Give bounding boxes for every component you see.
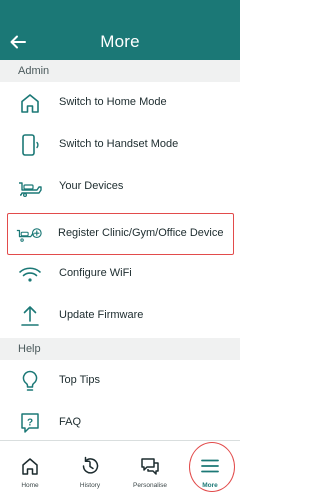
nav-item-home[interactable]: Home bbox=[0, 441, 60, 500]
home-icon bbox=[21, 94, 39, 113]
menu-item-label: Update Firmware bbox=[59, 309, 144, 321]
svg-text:?: ? bbox=[27, 418, 33, 429]
menu-item-label: Top Tips bbox=[59, 374, 100, 386]
menu-item-faq[interactable]: ? FAQ bbox=[0, 402, 240, 444]
device-icon bbox=[19, 182, 42, 198]
device-add-icon bbox=[16, 228, 42, 242]
lightbulb-icon bbox=[22, 370, 38, 391]
faq-icon: ? bbox=[21, 413, 39, 433]
menu-item-configure-wifi[interactable]: Configure WiFi bbox=[0, 253, 240, 295]
nav-item-history[interactable]: History bbox=[60, 441, 120, 500]
upload-icon bbox=[21, 306, 39, 326]
menu-item-switch-handset-mode[interactable]: Switch to Handset Mode bbox=[0, 124, 240, 166]
page-title: More bbox=[100, 32, 140, 51]
menu-item-label: Switch to Handset Mode bbox=[59, 138, 179, 150]
menu-item-label: Switch to Home Mode bbox=[59, 96, 167, 108]
menu-item-register-clinic-device[interactable]: Register Clinic/Gym/Office Device bbox=[7, 213, 234, 255]
menu-item-label: Your Devices bbox=[59, 180, 124, 192]
menu-item-label: Configure WiFi bbox=[59, 267, 132, 279]
menu-item-label: Register Clinic/Gym/Office Device bbox=[58, 227, 224, 239]
app-header: More bbox=[0, 0, 240, 60]
history-icon bbox=[82, 456, 99, 474]
nav-label: History bbox=[79, 482, 101, 489]
menu-item-top-tips[interactable]: Top Tips bbox=[0, 360, 240, 402]
nav-item-personalise[interactable]: Personalise bbox=[120, 441, 180, 500]
nav-label: Personalise bbox=[133, 482, 167, 489]
wifi-icon bbox=[19, 267, 41, 282]
menu-item-update-firmware[interactable]: Update Firmware bbox=[0, 295, 240, 337]
section-label-help: Help bbox=[0, 338, 240, 360]
menu-item-your-devices[interactable]: Your Devices bbox=[0, 166, 240, 208]
highlight-ring bbox=[189, 442, 235, 492]
phone-icon bbox=[22, 134, 39, 156]
chat-icon bbox=[141, 458, 159, 475]
section-label-admin: Admin bbox=[0, 60, 240, 82]
menu-item-switch-home-mode[interactable]: Switch to Home Mode bbox=[0, 82, 240, 124]
nav-label: Home bbox=[21, 482, 39, 489]
home-icon bbox=[22, 458, 38, 475]
menu-item-label: FAQ bbox=[59, 416, 82, 428]
